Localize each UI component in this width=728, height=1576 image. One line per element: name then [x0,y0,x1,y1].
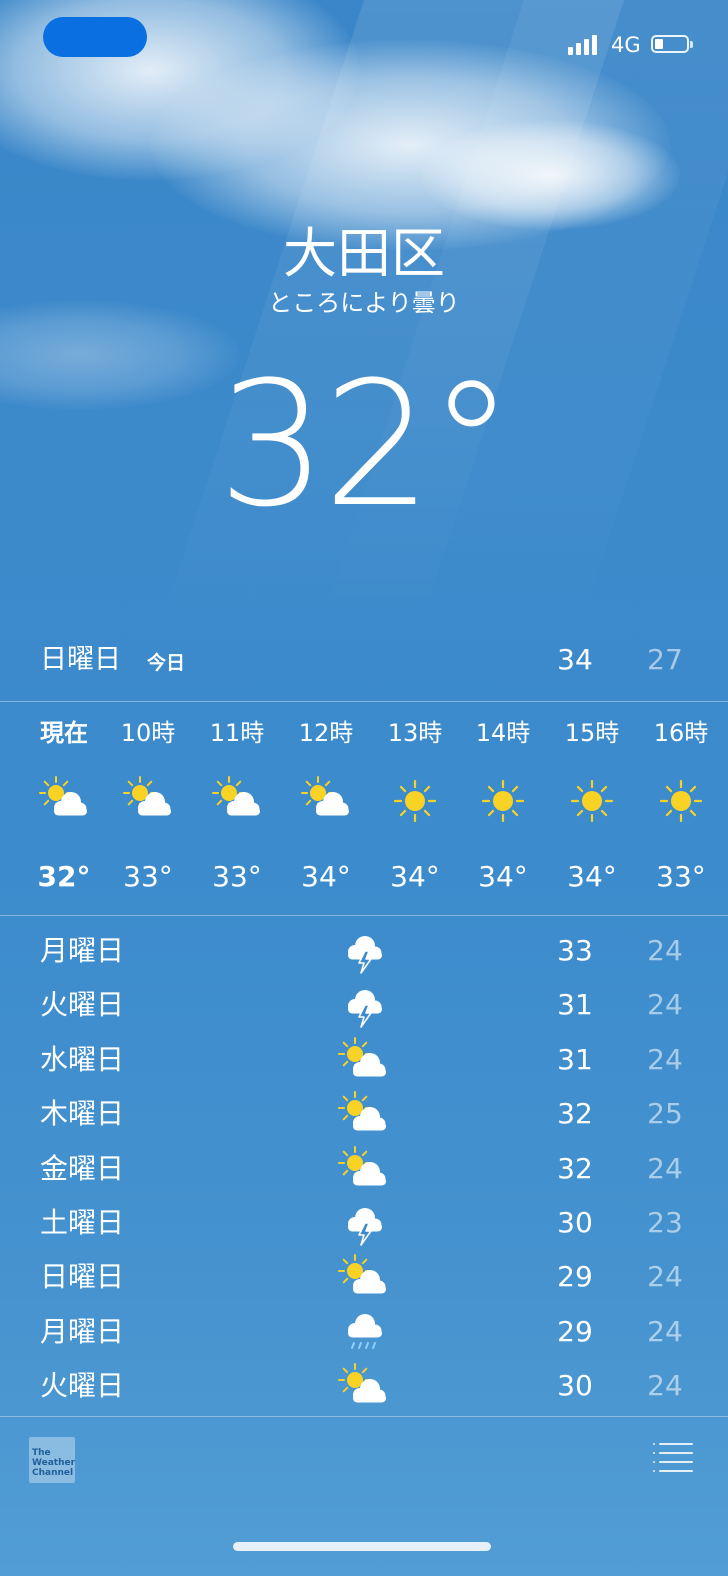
hourly-time: 現在 [40,719,88,747]
logo-line: The [32,1448,51,1458]
home-indicator[interactable] [233,1542,491,1551]
partly-sunny-icon [338,1036,388,1083]
daily-high: 33 [557,934,593,967]
daily-low: 24 [647,988,683,1022]
hourly-temp: 34° [390,860,440,893]
daily-high: 31 [557,988,593,1022]
daily-high: 30 [557,1369,593,1403]
daily-day: 土曜日 [40,1206,125,1239]
hourly-temp: 34° [301,860,351,893]
daily-low: 25 [647,1097,683,1131]
sun-icon [478,776,528,826]
partly-sunny-icon [39,776,89,826]
today-summary: 日曜日 今日 34 27 [0,636,728,686]
thunderstorm-icon [338,982,388,1029]
partly-sunny-icon [338,1363,388,1409]
daily-high: 32 [557,1097,593,1131]
sun-icon [567,776,617,826]
hourly-item: 15時 34° [548,702,636,914]
hourly-time: 11時 [209,719,265,747]
signal-icon [568,33,602,55]
daily-low: 23 [647,1206,683,1239]
partly-sunny-icon [338,1254,388,1300]
city-name: 大田区 [283,222,445,285]
daily-day: 金曜日 [40,1151,125,1185]
daily-high: 29 [557,1260,593,1294]
divider [0,915,728,916]
daily-row: 火曜日 31 24 [0,978,728,1032]
daily-row: 金曜日 32 24 [0,1142,728,1196]
list-icon[interactable] [650,1440,694,1476]
hourly-time: 16時 [653,719,709,747]
partly-sunny-icon [338,1145,388,1192]
hourly-temp: 33° [656,860,706,893]
hourly-time: 15時 [564,719,620,747]
logo-line: Channel [32,1468,74,1478]
hourly-time: 13時 [387,719,443,747]
daily-row: 月曜日 33 24 [0,924,728,978]
partly-sunny-icon [338,1091,388,1137]
daily-day: 日曜日 [40,1260,125,1294]
daily-row: 土曜日 30 23 [0,1196,728,1250]
hourly-item: 13時 34° [371,702,459,914]
today-high: 34 [557,643,593,676]
today-day: 日曜日 [40,644,121,675]
current-temperature: 32° [217,344,515,545]
daily-row: 木曜日 32 25 [0,1087,728,1141]
sun-icon [390,776,440,826]
partly-sunny-icon [212,776,262,826]
daily-row: 日曜日 29 24 [0,1250,728,1304]
today-low: 27 [647,643,683,676]
daily-day: 木曜日 [40,1097,125,1131]
hourly-item: 10時 33° [104,702,192,914]
hourly-time: 14時 [475,719,531,747]
hourly-item: 12時 34° [282,702,370,914]
battery-icon [651,35,693,53]
daily-high: 32 [557,1151,593,1185]
daily-day: 月曜日 [40,1314,125,1348]
daily-low: 24 [647,1260,683,1294]
daily-day: 水曜日 [40,1042,125,1076]
daily-low: 24 [647,934,683,967]
hourly-forecast[interactable]: 現在 32° 10時 33° 11時 33° 12時 34° 13時 34° 14時 34° 15時 34… [0,702,728,914]
daily-row: 火曜日 30 24 [0,1359,728,1413]
hourly-temp: 34° [478,860,528,893]
hourly-item: 16時 33° [637,702,725,914]
daily-row: 水曜日 31 24 [0,1033,728,1087]
hourly-temp: 34° [567,860,617,893]
daily-high: 29 [557,1314,593,1348]
hourly-item: 14時 34° [459,702,547,914]
daily-low: 24 [647,1151,683,1185]
partly-sunny-icon [123,776,173,826]
daily-low: 24 [647,1314,683,1348]
hourly-time: 12時 [298,719,354,747]
status-pill[interactable] [43,17,147,57]
condition-text: ところにより曇り [268,289,460,317]
daily-high: 30 [557,1206,593,1239]
daily-low: 24 [647,1369,683,1403]
rain-icon [338,1309,388,1355]
sun-icon [656,776,706,826]
partly-sunny-icon [301,776,351,826]
weather-channel-logo[interactable]: The Weather Channel [29,1437,75,1483]
hourly-temp: 32° [37,860,91,893]
daily-day: 月曜日 [40,934,125,967]
thunderstorm-icon [338,928,388,974]
network-label: 4G [611,33,641,57]
daily-high: 31 [557,1042,593,1076]
logo-line: Weather [32,1458,76,1468]
daily-day: 火曜日 [40,988,125,1022]
hourly-item: 11時 33° [193,702,281,914]
thunderstorm-icon [338,1200,388,1246]
daily-row: 月曜日 29 24 [0,1305,728,1359]
hourly-temp: 33° [212,860,262,893]
hourly-item: 現在 32° [20,702,108,914]
divider [0,1416,728,1417]
hourly-temp: 33° [123,860,173,893]
daily-day: 火曜日 [40,1369,125,1403]
hourly-time: 10時 [120,719,176,747]
today-tag: 今日 [147,652,186,674]
daily-low: 24 [647,1042,683,1076]
